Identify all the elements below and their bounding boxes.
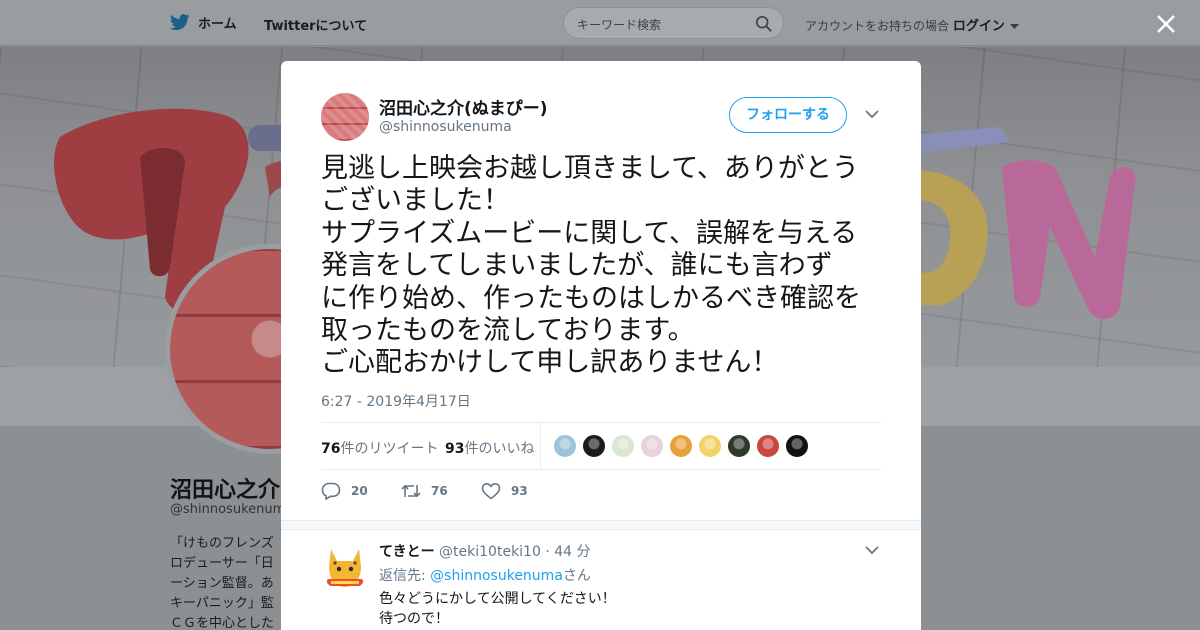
profile-bio-line: ロデューサー「日 (170, 556, 274, 571)
author-avatar[interactable] (321, 93, 369, 141)
liker-avatar[interactable] (698, 434, 722, 458)
reply-author-name[interactable]: てきとー (379, 544, 435, 560)
liker-avatar[interactable] (611, 434, 635, 458)
replies-divider (281, 520, 921, 530)
author-name[interactable]: 沼田心之介(ぬまぴー) (379, 94, 548, 119)
twitter-bird-icon (170, 14, 190, 31)
chevron-down-icon[interactable] (1009, 23, 1019, 30)
search-input[interactable]: キーワード検索 (563, 7, 784, 39)
likes-stat[interactable]: 93件のいいね (445, 438, 534, 458)
reply-to-handle-link[interactable]: @shinnosukenuma (430, 568, 563, 584)
nav-home-link[interactable]: ホーム (170, 13, 237, 32)
liker-avatar[interactable] (582, 434, 606, 458)
tweet-text-line: ございました！ (321, 185, 510, 217)
retweet-icon (401, 484, 421, 498)
likes-count: 93 (445, 441, 465, 457)
profile-bio: 「けものフレンズ ロデューサー「日 ーション監督。あ キーパニック」監 ＣＧを中… (170, 534, 280, 630)
reply-to-prefix: 返信先: (379, 568, 426, 584)
tweet-text-line: ご心配おかけして申し訳ありません！ (321, 347, 779, 379)
profile-handle: @shinnosukenuma (170, 502, 294, 517)
profile-bio-line: 「けものフレンズ (170, 536, 274, 551)
tweet-text-line: サプライズムービーに関して、誤解を与える (321, 217, 858, 249)
liker-avatar[interactable] (785, 434, 809, 458)
profile-bio-line: ーション監督。あ (170, 576, 274, 591)
stats-divider (540, 423, 541, 469)
likes-label: 件のいいね (464, 441, 535, 457)
retweets-label: 件のリツイート (340, 441, 439, 457)
reply-avatar-image (327, 549, 363, 587)
search-placeholder: キーワード検索 (577, 18, 662, 32)
liker-avatar[interactable] (727, 434, 751, 458)
liker-avatar[interactable] (756, 434, 780, 458)
liker-avatar[interactable] (640, 434, 664, 458)
close-icon[interactable] (1154, 12, 1178, 36)
liker-avatars (553, 434, 809, 458)
tweet-text-line: 発言をしてしまいましたが、誰にも言わず (321, 250, 833, 282)
reply-avatar[interactable] (321, 543, 369, 591)
tweet-timestamp[interactable]: 6:27 - 2019年4月17日 (321, 391, 471, 411)
chevron-down-icon[interactable] (865, 109, 879, 119)
liker-avatar[interactable] (553, 434, 577, 458)
reply-text: 色々どうにかして公開してください！ 待つので！ (379, 589, 616, 629)
reply-text-line: 色々どうにかして公開してください！ (379, 591, 616, 607)
retweet-button[interactable]: 76 (401, 482, 448, 500)
retweets-stat[interactable]: 76件のリツイート (321, 438, 438, 458)
like-button[interactable]: 93 (481, 482, 528, 500)
tweet-stats: 76件のリツイート 93件のいいね (321, 422, 881, 470)
reply-header: てきとー @teki10teki10 · 44 分 (379, 541, 591, 561)
account-prompt: アカウントをお持ちの場合 ログイン (805, 15, 1019, 34)
heart-icon (481, 482, 501, 500)
nav-home-label: ホーム (198, 17, 237, 32)
liker-avatar[interactable] (669, 434, 693, 458)
retweet-count: 76 (431, 484, 448, 498)
profile-bio-line: ＣＧを中心とした (170, 616, 275, 630)
profile-bio-line: キーパニック」監 (170, 596, 274, 611)
reply-time[interactable]: 44 分 (554, 544, 590, 560)
tweet-text-line: に作り始め、作ったものはしかるべき確認を (321, 282, 861, 314)
reply-separator: · (545, 544, 550, 560)
login-link[interactable]: ログイン (953, 19, 1005, 34)
tweet-text-line: 取ったものを流しております。 (321, 315, 695, 347)
reply-icon (321, 482, 341, 500)
account-prompt-text: アカウントをお持ちの場合 (805, 19, 950, 33)
profile-name: 沼田心之介( (170, 478, 291, 503)
chevron-down-icon[interactable] (865, 545, 879, 555)
nav-about-link[interactable]: Twitterについて (264, 15, 367, 34)
search-icon[interactable] (755, 15, 773, 33)
like-count: 93 (511, 484, 528, 498)
retweets-count: 76 (321, 441, 341, 457)
reply-text-line: 待つので！ (379, 611, 449, 627)
top-navigation-bar: ホーム Twitterについて キーワード検索 アカウントをお持ちの場合 ログイ… (0, 0, 1200, 46)
reply-count: 20 (351, 484, 368, 498)
tweet-modal: 沼田心之介(ぬまぴー) @shinnosukenuma フォローする 見逃し上映… (281, 61, 921, 630)
reply-to-suffix: さん (562, 568, 591, 584)
follow-button[interactable]: フォローする (729, 97, 847, 133)
tweet-text-line: 見逃し上映会お越し頂きまして、ありがとう (321, 153, 859, 184)
reply-to-line: 返信先: @shinnosukenumaさん (379, 565, 591, 585)
reply-button[interactable]: 20 (321, 482, 368, 500)
tweet-text: 見逃し上映会お越し頂きまして、ありがとう ございました！ サプライズムービーに関… (321, 153, 891, 380)
reply-author-handle[interactable]: @teki10teki10 (439, 544, 541, 560)
author-handle[interactable]: @shinnosukenuma (379, 119, 512, 135)
